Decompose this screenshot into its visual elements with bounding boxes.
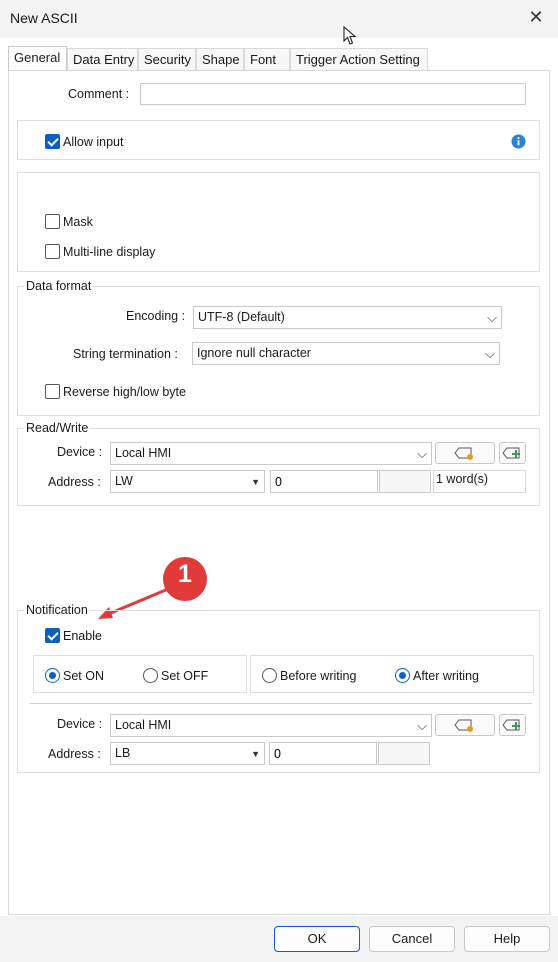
- reverse-byte-checkbox[interactable]: [45, 384, 60, 399]
- notify-address-input[interactable]: [269, 742, 377, 765]
- tab-general[interactable]: General: [8, 46, 67, 71]
- encoding-label: Encoding :: [126, 309, 186, 323]
- set-off-label: Set OFF: [161, 669, 209, 683]
- notify-device-label: Device :: [57, 717, 103, 731]
- read-write-group: [17, 428, 540, 506]
- set-off-radio[interactable]: [143, 668, 158, 683]
- address-extra-field: [379, 470, 431, 493]
- comment-label: Comment :: [68, 87, 130, 101]
- multiline-checkbox[interactable]: [45, 244, 60, 259]
- data-format-title: Data format: [24, 279, 94, 293]
- annotation-number: 1: [178, 560, 192, 588]
- notify-device-tag-button[interactable]: [435, 714, 495, 736]
- separator: [29, 703, 532, 704]
- add-tag-icon: [502, 447, 520, 459]
- address-input[interactable]: [270, 470, 378, 493]
- help-button[interactable]: Help: [464, 926, 550, 952]
- after-writing-radio[interactable]: [395, 668, 410, 683]
- comment-input[interactable]: [140, 83, 526, 105]
- enable-checkbox[interactable]: [45, 628, 60, 643]
- tab-shape[interactable]: Shape: [196, 48, 244, 71]
- address-label: Address :: [48, 475, 101, 489]
- tab-trigger-action-setting[interactable]: Trigger Action Setting: [290, 48, 428, 71]
- allow-input-label: Allow input: [63, 135, 124, 149]
- notify-device-add-button[interactable]: [499, 714, 526, 736]
- add-tag-icon: [502, 719, 520, 731]
- string-termination-select[interactable]: Ignore null character ⌵: [192, 342, 500, 365]
- mouse-cursor-icon: [343, 26, 357, 45]
- tab-data-entry[interactable]: Data Entry: [67, 48, 138, 71]
- notify-device-select[interactable]: Local HMI ⌵: [110, 714, 432, 737]
- set-on-radio[interactable]: [45, 668, 60, 683]
- multiline-label: Multi-line display: [63, 245, 156, 259]
- tab-font[interactable]: Font: [244, 48, 290, 71]
- after-writing-label: After writing: [413, 669, 479, 683]
- set-on-label: Set ON: [63, 669, 104, 683]
- chevron-down-icon: ⌵: [417, 718, 427, 733]
- ok-button[interactable]: OK: [274, 926, 360, 952]
- cancel-button[interactable]: Cancel: [369, 926, 455, 952]
- mask-checkbox[interactable]: [45, 214, 60, 229]
- before-writing-radio[interactable]: [262, 668, 277, 683]
- allow-input-checkbox[interactable]: [45, 134, 60, 149]
- window-title: New ASCII: [10, 10, 78, 26]
- read-write-title: Read/Write: [24, 421, 91, 435]
- enable-label: Enable: [63, 629, 102, 643]
- notify-address-label: Address :: [48, 747, 101, 761]
- chevron-down-icon: ⌵: [487, 310, 497, 325]
- tab-security[interactable]: Security: [138, 48, 196, 71]
- tag-icon: [454, 719, 473, 732]
- address-type-select[interactable]: LW ▼: [110, 470, 265, 493]
- close-icon: ✕: [528, 7, 544, 27]
- notification-title: Notification: [24, 603, 90, 617]
- notify-address-extra-field: [378, 742, 430, 765]
- before-writing-label: Before writing: [280, 669, 357, 683]
- string-termination-label: String termination :: [73, 347, 178, 361]
- device-add-button[interactable]: [499, 442, 526, 464]
- tag-icon: [454, 447, 473, 460]
- device-label: Device :: [57, 445, 103, 459]
- close-button[interactable]: ✕: [525, 6, 547, 28]
- device-select[interactable]: Local HMI ⌵: [110, 442, 432, 465]
- reverse-byte-label: Reverse high/low byte: [63, 385, 186, 399]
- info-icon[interactable]: [511, 134, 526, 149]
- dropdown-arrow-icon: ▼: [251, 749, 260, 759]
- mask-label: Mask: [63, 215, 93, 229]
- word-count-label: 1 word(s): [433, 470, 526, 493]
- device-tag-button[interactable]: [435, 442, 495, 464]
- chevron-down-icon: ⌵: [485, 346, 495, 361]
- dropdown-arrow-icon: ▼: [251, 477, 260, 487]
- notify-address-type-select[interactable]: LB ▼: [110, 742, 265, 765]
- title-bar: [0, 0, 558, 38]
- encoding-select[interactable]: UTF-8 (Default) ⌵: [193, 306, 502, 329]
- chevron-down-icon: ⌵: [417, 446, 427, 461]
